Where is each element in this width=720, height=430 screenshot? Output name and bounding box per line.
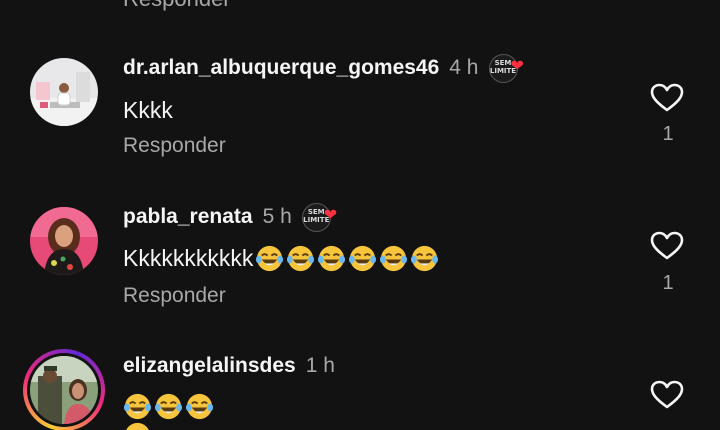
comment-text-content: Kkkkkkkkkkk	[123, 244, 254, 271]
tears-of-joy-emoji	[318, 245, 346, 271]
comment-text-overflow	[123, 420, 152, 430]
reply-button[interactable]: Responder	[123, 284, 226, 308]
tears-of-joy-emoji	[154, 393, 183, 419]
tears-of-joy-emoji	[123, 393, 152, 419]
like-count: 1	[662, 272, 674, 294]
tears-of-joy-emoji	[349, 245, 377, 271]
heart-filled-icon: ❤	[323, 207, 338, 224]
username-link[interactable]: pabla_renata	[123, 205, 253, 229]
comment-text: Kkkkkkkkkkk	[123, 243, 439, 273]
avatar	[30, 356, 98, 424]
tears-of-joy-emoji	[185, 393, 214, 419]
heart-outline-icon[interactable]	[650, 231, 684, 261]
comment-item: elizangelalinsdes 1 h	[0, 0, 720, 430]
comment-time: 5 h	[262, 205, 292, 228]
comment-header: pabla_renata 5 h SEM LIMITE ❤	[123, 202, 342, 232]
tears-of-joy-emoji	[287, 245, 315, 271]
comment-time: 1 h	[305, 354, 335, 377]
tears-of-joy-emoji	[125, 422, 150, 430]
heart-outline-icon[interactable]	[650, 380, 684, 410]
avatar[interactable]	[30, 207, 98, 275]
comment-header: elizangelalinsdes 1 h	[123, 351, 335, 381]
comment-text	[123, 391, 214, 421]
tears-of-joy-emoji	[411, 245, 439, 271]
tears-of-joy-emoji	[380, 245, 408, 271]
creator-liked-badge: SEM LIMITE ❤	[301, 203, 342, 232]
username-link[interactable]: elizangelalinsdes	[123, 354, 296, 378]
tears-of-joy-emoji	[256, 245, 284, 271]
story-ring[interactable]	[23, 349, 105, 430]
